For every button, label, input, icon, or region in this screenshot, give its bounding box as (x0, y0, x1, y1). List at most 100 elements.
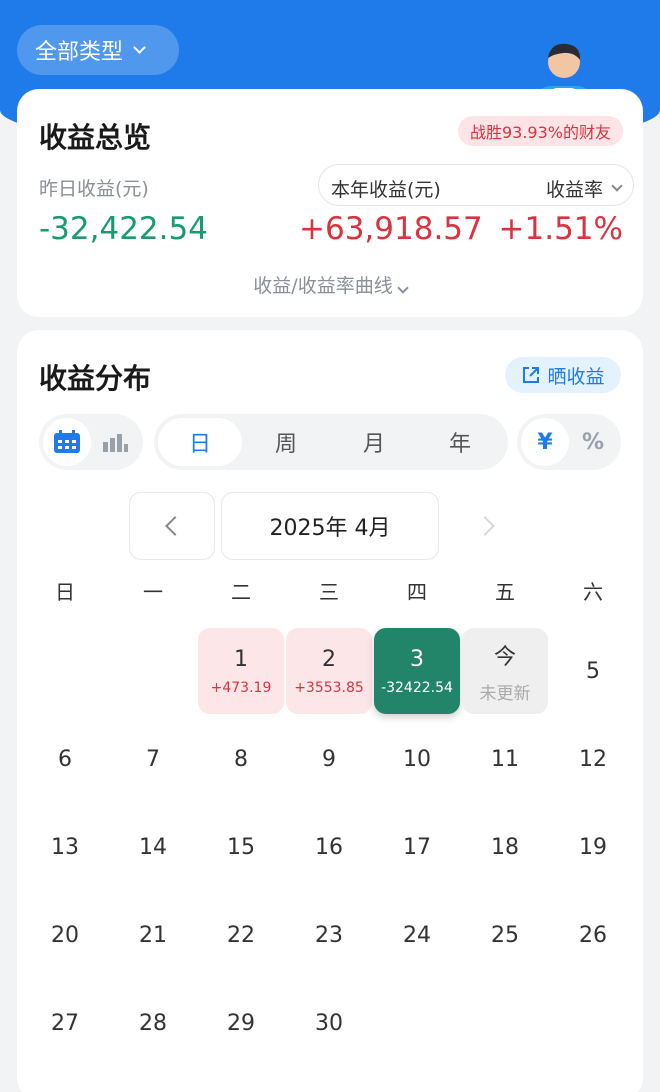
rate-value: +1.51% (498, 211, 623, 247)
share-icon (523, 367, 540, 383)
calendar-day-number: 9 (322, 746, 336, 772)
calendar-day[interactable]: 15 (198, 804, 284, 890)
calendar-day[interactable]: 8 (198, 716, 284, 802)
calendar-day-number: 今 (493, 644, 516, 670)
overview-title: 收益总览 (39, 121, 152, 154)
calendar-day[interactable]: 17 (374, 804, 460, 890)
weekday-label: 二 (231, 580, 251, 604)
rate-label: 收益率 (545, 179, 603, 201)
year-income-label: 本年收益(元) (331, 179, 441, 201)
prev-month-button[interactable] (129, 492, 215, 560)
overview-card: 收益总览 战胜93.93%的财友 昨日收益(元) -32,422.54 本年收益… (17, 89, 643, 317)
yesterday-income-label: 昨日收益(元) (39, 178, 149, 200)
calendar-day[interactable]: 26 (550, 892, 636, 978)
weekday-label: 五 (495, 580, 515, 604)
rate-dropdown[interactable]: 收益率 (545, 175, 623, 202)
distribution-title: 收益分布 (39, 362, 152, 395)
calendar-day[interactable]: 3 -32422.54 (374, 628, 460, 714)
calendar-day[interactable]: 21 (110, 892, 196, 978)
calendar-day-number: 12 (579, 746, 607, 772)
calendar-day[interactable]: 20 (22, 892, 108, 978)
weekday-label: 四 (407, 580, 427, 604)
curve-link-label: 收益/收益率曲线 (253, 275, 393, 297)
calendar-day[interactable]: 13 (22, 804, 108, 890)
chevron-down-icon (611, 180, 623, 192)
type-filter-dropdown[interactable]: 全部类型 (17, 25, 179, 75)
year-income-switch[interactable]: 本年收益(元) 收益率 (318, 164, 634, 206)
year-income-value: +63,918.57 (299, 211, 483, 247)
calendar-day[interactable]: 今未更新 (462, 628, 548, 714)
bar-chart-view-button[interactable] (91, 418, 139, 466)
calendar-day[interactable]: 6 (22, 716, 108, 802)
calendar-day-number: 3 (410, 646, 424, 672)
chevron-left-icon (165, 516, 185, 536)
calendar-icon (54, 430, 80, 453)
calendar-day[interactable]: 18 (462, 804, 548, 890)
calendar-day[interactable]: 2 +3553.85 (286, 628, 372, 714)
calendar-day-number: 5 (586, 658, 600, 684)
tab-year[interactable]: 年 (418, 418, 502, 466)
calendar-day-number: 24 (403, 922, 431, 948)
unit-yuan-button[interactable]: ¥ (521, 418, 569, 466)
month-label[interactable]: 2025年 4月 (221, 492, 439, 560)
yesterday-income-value: -32,422.54 (39, 211, 208, 247)
bar-chart-icon (103, 434, 128, 452)
calendar-day-number: 11 (491, 746, 519, 772)
calendar-day-number: 7 (146, 746, 160, 772)
calendar-day[interactable]: 7 (110, 716, 196, 802)
calendar-day-number: 6 (58, 746, 72, 772)
calendar-day-number: 29 (227, 1010, 255, 1036)
tab-day[interactable]: 日 (158, 418, 242, 466)
calendar-view-button[interactable] (43, 418, 91, 466)
chevron-right-icon (475, 516, 495, 536)
calendar-day-number: 20 (51, 922, 79, 948)
calendar-day[interactable]: 12 (550, 716, 636, 802)
view-toggle (39, 414, 143, 470)
chevron-down-icon (133, 41, 146, 54)
calendar-day-number: 26 (579, 922, 607, 948)
weekday-label: 一 (143, 580, 163, 604)
calendar-day-number: 23 (315, 922, 343, 948)
calendar-day[interactable]: 10 (374, 716, 460, 802)
next-month-button[interactable] (445, 492, 531, 560)
calendar-day[interactable]: 16 (286, 804, 372, 890)
calendar-day[interactable]: 27 (22, 980, 108, 1066)
calendar-day[interactable]: 23 (286, 892, 372, 978)
chevron-down-icon (397, 282, 409, 294)
calendar-day-number: 2 (322, 646, 336, 672)
calendar-day-number: 22 (227, 922, 255, 948)
calendar-day[interactable]: 28 (110, 980, 196, 1066)
period-tabs: 日 周 月 年 (154, 414, 508, 470)
weekday-label: 六 (583, 580, 603, 604)
calendar-day-number: 16 (315, 834, 343, 860)
calendar-day-number: 27 (51, 1010, 79, 1036)
weekday-label: 三 (319, 580, 339, 604)
calendar-day[interactable]: 19 (550, 804, 636, 890)
calendar-day[interactable]: 9 (286, 716, 372, 802)
calendar-day[interactable]: 5 (550, 628, 636, 714)
calendar-day-income: +473.19 (210, 679, 272, 696)
calendar-day-number: 18 (491, 834, 519, 860)
calendar-day[interactable]: 29 (198, 980, 284, 1066)
calendar-day-number: 25 (491, 922, 519, 948)
calendar-day-number: 1 (234, 646, 248, 672)
calendar-day[interactable]: 14 (110, 804, 196, 890)
tab-month[interactable]: 月 (332, 418, 416, 466)
calendar-day[interactable]: 22 (198, 892, 284, 978)
calendar-day[interactable]: 1 +473.19 (198, 628, 284, 714)
weekday-label: 日 (55, 580, 75, 604)
calendar-day[interactable]: 24 (374, 892, 460, 978)
calendar-day[interactable]: 25 (462, 892, 548, 978)
curve-toggle-link[interactable]: 收益/收益率曲线 (17, 271, 643, 298)
distribution-card: 收益分布 晒收益 日 周 月 年 ¥ % 2025年 4月 日 一 二 三 四 … (17, 330, 643, 1092)
calendar-day-number: 15 (227, 834, 255, 860)
calendar-day[interactable]: 11 (462, 716, 548, 802)
calendar-day-number: 19 (579, 834, 607, 860)
calendar-day-income: 未更新 (479, 683, 531, 704)
share-income-button[interactable]: 晒收益 (505, 357, 621, 393)
unit-percent-button[interactable]: % (569, 418, 617, 466)
calendar-day-number: 17 (403, 834, 431, 860)
unit-toggle: ¥ % (517, 414, 621, 470)
calendar-day[interactable]: 30 (286, 980, 372, 1066)
tab-week[interactable]: 周 (244, 418, 328, 466)
